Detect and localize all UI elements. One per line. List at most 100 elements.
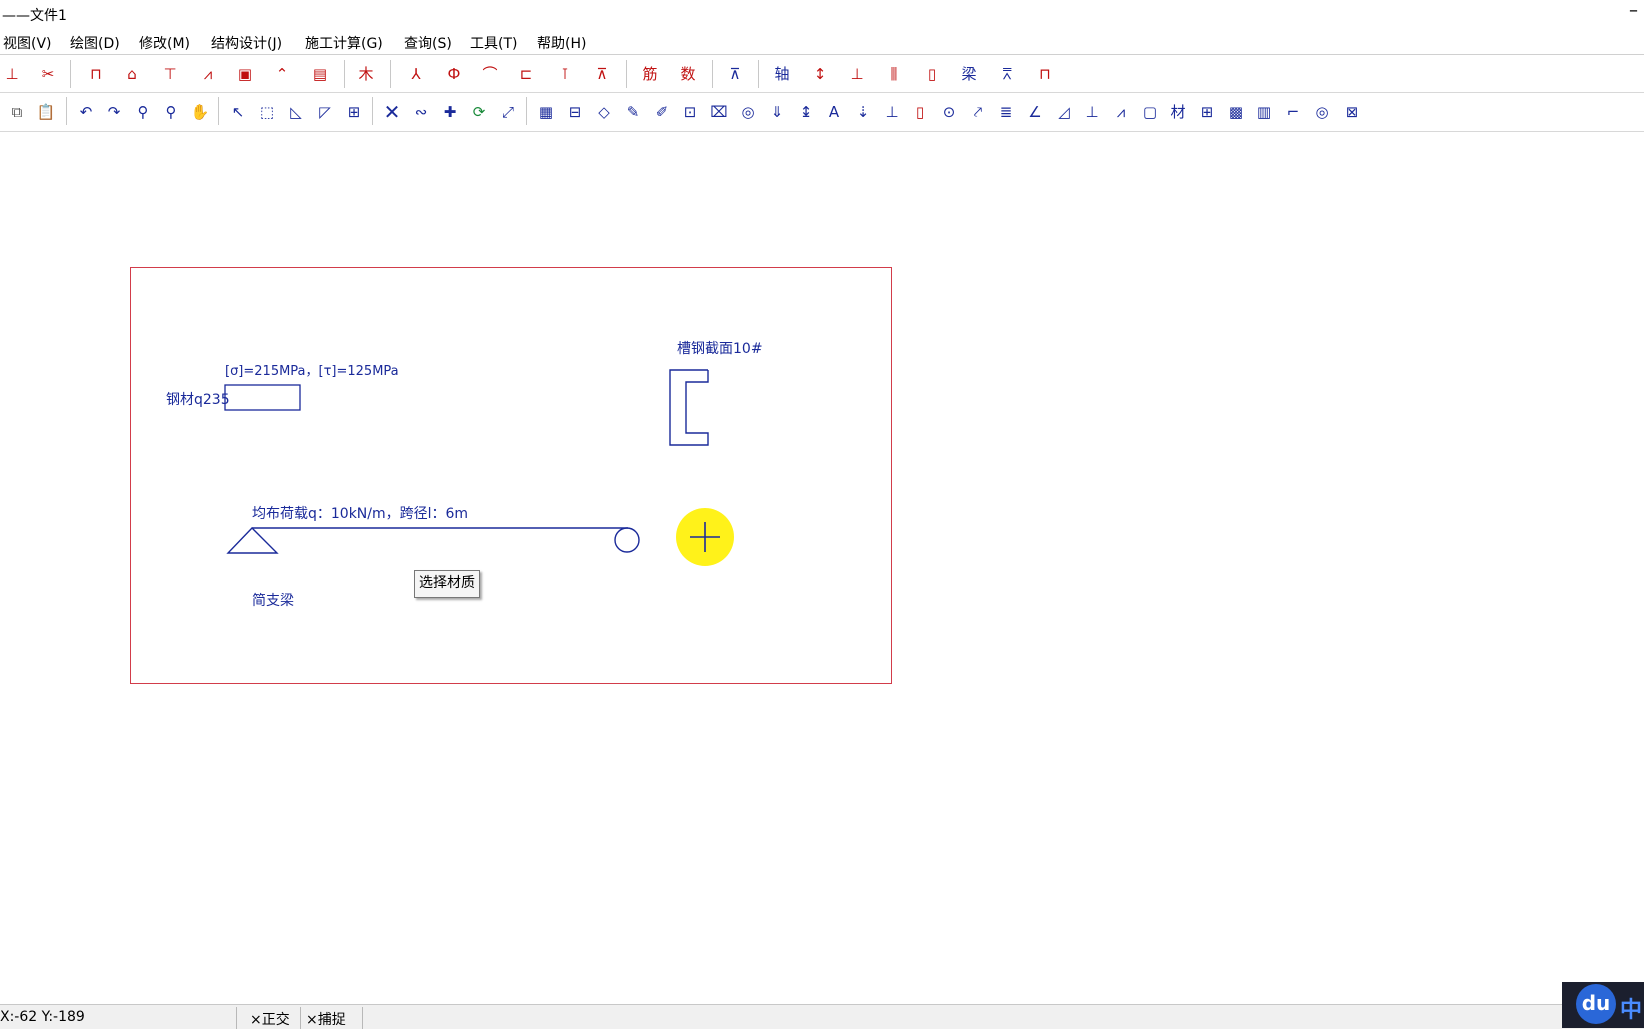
support-icon[interactable]: ⊥ [880, 100, 904, 124]
diamond-icon[interactable]: ◇ [592, 100, 616, 124]
dim-vertical-icon[interactable]: ↨ [794, 100, 818, 124]
region-icon[interactable]: ⌧ [707, 100, 731, 124]
edit-icon[interactable]: ✐ [650, 100, 674, 124]
steel-icon[interactable]: ⊡ [678, 100, 702, 124]
slab-icon[interactable]: ▤ [308, 62, 332, 86]
minimize-button[interactable]: – [1629, 0, 1638, 21]
vertical-axis-icon[interactable]: ↕ [808, 62, 832, 86]
drawing-canvas[interactable]: [σ]=215MPa，[τ]=125MPa 钢材q235 槽钢截面10# 均布荷… [0, 132, 1644, 1002]
snap-toggle[interactable]: ×捕捉 [306, 1009, 346, 1029]
rebar-icon[interactable]: 筋 [638, 62, 662, 86]
arch-icon[interactable]: ⌒ [478, 62, 502, 86]
angle-icon[interactable]: ∠ [1023, 100, 1047, 124]
hatch-icon[interactable]: ▦ [534, 100, 558, 124]
formwork-icon[interactable]: ⊓ [84, 62, 108, 86]
zoom-out-icon[interactable]: ⚲ [131, 100, 155, 124]
leader-icon[interactable]: ⤤ [966, 100, 990, 124]
dimension-icon[interactable]: ⊼ [723, 62, 747, 86]
lines-icon[interactable]: ≣ [994, 100, 1018, 124]
zoom-in-icon[interactable]: ⚲ [159, 100, 183, 124]
menu-structure-design[interactable]: 结构设计(J) [211, 33, 282, 53]
copy-icon[interactable]: ⧉ [5, 100, 29, 124]
rect-icon[interactable]: ▯ [908, 100, 932, 124]
baidu-ime-icon: du [1576, 984, 1616, 1024]
pan-icon[interactable]: ✋ [188, 100, 212, 124]
pin-support-shape [226, 526, 279, 554]
pattern-icon[interactable]: ▩ [1224, 100, 1248, 124]
sheet-icon[interactable]: ▥ [1252, 100, 1276, 124]
load-icon[interactable]: ⇣ [851, 100, 875, 124]
paste-icon[interactable]: 📋 [34, 100, 58, 124]
scaffold-icon[interactable]: ⌂ [120, 62, 144, 86]
axis-icon[interactable]: 轴 [770, 62, 794, 86]
menu-help[interactable]: 帮助(H) [537, 33, 586, 53]
column-axis-icon[interactable]: ⊥ [845, 62, 869, 86]
block-icon[interactable]: ⊞ [342, 100, 366, 124]
node-icon[interactable]: ⊥ [1080, 100, 1104, 124]
redo-icon[interactable]: ↷ [102, 100, 126, 124]
pencil-icon[interactable]: ✎ [621, 100, 645, 124]
coordinate-readout: X:-62 Y:-189 [0, 1009, 85, 1025]
wood-icon[interactable]: 木 [354, 62, 378, 86]
box-icon[interactable]: ▢ [1138, 100, 1162, 124]
bolt-icon[interactable]: ▯ [920, 62, 944, 86]
frame-icon[interactable]: ▣ [233, 62, 257, 86]
number-icon[interactable]: 数 [676, 62, 700, 86]
rotate-icon[interactable]: ⟳ [467, 100, 491, 124]
bridge-icon[interactable]: ⩞ [995, 62, 1019, 86]
beam-icon[interactable]: 梁 [957, 62, 981, 86]
window-select-icon[interactable]: ⬚ [255, 100, 279, 124]
ortho-toggle[interactable]: ×正交 [250, 1009, 290, 1029]
material-input-box [224, 384, 301, 411]
menu-modify[interactable]: 修改(M) [139, 33, 190, 53]
ime-language: 中 [1620, 998, 1643, 1023]
scissor-tool-icon[interactable]: ✂ [36, 62, 60, 86]
grid-icon[interactable]: ⫼ [882, 62, 906, 86]
menu-construction-calc[interactable]: 施工计算(G) [305, 33, 383, 53]
toolbar-structures: ⊥ ✂ ⊓ ⌂ ⊤ ⩘ ▣ ⌃ ▤ 木 ⅄ Ф ⌒ ⊏ ⊺ ⊼ 筋 数 ⊼ 轴 … [0, 56, 1644, 93]
menu-tools[interactable]: 工具(T) [470, 33, 517, 53]
undo-icon[interactable]: ↶ [74, 100, 98, 124]
material-icon[interactable]: 材 [1166, 100, 1190, 124]
mirror-icon[interactable]: ◸ [313, 100, 337, 124]
stair-icon[interactable]: ⌃ [270, 62, 294, 86]
status-bar: X:-62 Y:-189 ×正交 ×捕捉 [0, 1004, 1644, 1029]
window-icon[interactable]: ⊞ [1195, 100, 1219, 124]
dimension-text-icon[interactable]: ⊠ [1340, 100, 1364, 124]
gantry-icon[interactable]: ⊓ [1033, 62, 1057, 86]
beam-support-icon[interactable]: ⊥ [0, 62, 24, 86]
column-icon[interactable]: Ф [442, 62, 466, 86]
text-icon[interactable]: A [822, 100, 846, 124]
move-icon[interactable]: ✚ [438, 100, 462, 124]
ring-icon[interactable]: ◎ [736, 100, 760, 124]
pile-icon[interactable]: ⊺ [553, 62, 577, 86]
menu-draw[interactable]: 绘图(D) [70, 33, 120, 53]
trestle-icon[interactable]: ⩘ [196, 62, 220, 86]
polyline-icon[interactable]: ⩘ [1109, 100, 1133, 124]
menu-view[interactable]: 视图(V) [3, 33, 52, 53]
arrow-down-icon[interactable]: ⇓ [765, 100, 789, 124]
line-icon[interactable]: ⌐ [1281, 100, 1305, 124]
ime-indicator[interactable]: du 中 [1562, 982, 1644, 1028]
truss-icon[interactable]: ⊼ [590, 62, 614, 86]
drawing-geometry [224, 369, 709, 554]
target-icon[interactable]: ◎ [1310, 100, 1334, 124]
channel-section-shape [669, 369, 709, 446]
title-bar: ——文件1 – [0, 0, 1644, 28]
menu-query[interactable]: 查询(S) [404, 33, 452, 53]
array-icon[interactable]: ⤢ [496, 100, 520, 124]
select-icon[interactable]: ↖ [226, 100, 250, 124]
axis-tool-icon[interactable]: ⅄ [404, 62, 428, 86]
menu-bar: 视图(V) 绘图(D) 修改(M) 结构设计(J) 施工计算(G) 查询(S) … [0, 28, 1644, 55]
triangle-icon[interactable]: ◿ [1052, 100, 1076, 124]
join-icon[interactable]: ∾ [409, 100, 433, 124]
toolbar-edit: ⧉ 📋 ↶ ↷ ⚲ ⚲ ✋ ↖ ⬚ ◺ ◸ ⊞ ✕ ∾ ✚ ⟳ ⤢ ▦ ⊟ ◇ … [0, 93, 1644, 132]
circle-icon[interactable]: ⊙ [937, 100, 961, 124]
tower-crane-icon[interactable]: ⊤ [158, 62, 182, 86]
delete-icon[interactable]: ✕ [380, 100, 404, 124]
window-title: ——文件1 [2, 8, 67, 24]
scale-icon[interactable]: ◺ [284, 100, 308, 124]
roller-support-shape [614, 527, 640, 553]
wall-icon[interactable]: ⊏ [514, 62, 538, 86]
table-icon[interactable]: ⊟ [563, 100, 587, 124]
